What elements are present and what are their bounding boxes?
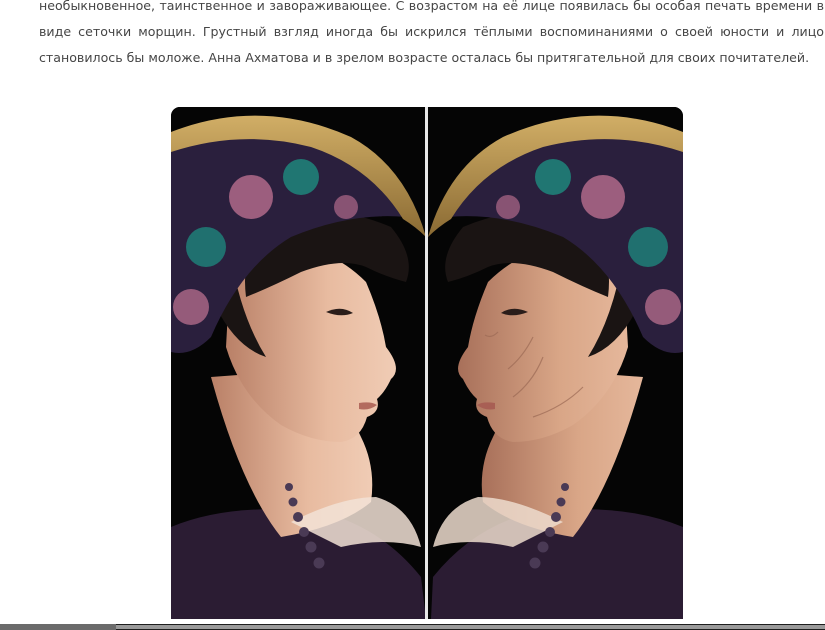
hat-pattern-teal <box>628 227 668 267</box>
hat-pattern-teal <box>283 159 319 195</box>
hat-pattern-pink <box>496 195 520 219</box>
horizontal-scrollbar[interactable] <box>0 624 825 630</box>
comparison-photo <box>171 107 683 619</box>
article-paragraph: необыкновенное, таинственное и заворажив… <box>39 0 824 65</box>
scrollbar-thumb[interactable] <box>0 624 116 630</box>
hat-pattern-pink <box>581 175 625 219</box>
hat-pattern-pink <box>173 289 209 325</box>
hat-pattern-teal <box>186 227 226 267</box>
portrait-illustration <box>171 107 683 619</box>
photo-divider <box>425 107 428 619</box>
hat-pattern-pink <box>229 175 273 219</box>
scrollbar-track[interactable] <box>115 625 825 629</box>
hat-pattern-pink <box>645 289 681 325</box>
hat-pattern-teal <box>535 159 571 195</box>
hat-pattern-pink <box>334 195 358 219</box>
